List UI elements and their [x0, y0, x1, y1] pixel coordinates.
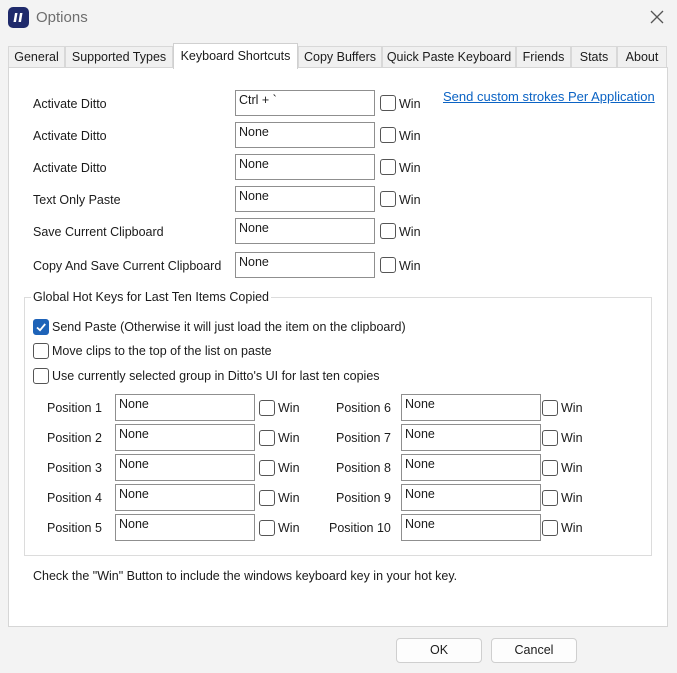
win-label: Win	[278, 431, 300, 445]
tab-about[interactable]: About	[617, 46, 667, 68]
position-hotkey-field[interactable]: None	[115, 514, 255, 541]
position-label: Position 4	[47, 491, 102, 505]
win-checkbox[interactable]	[259, 430, 275, 446]
move-clips-checkbox[interactable]	[33, 343, 49, 359]
position-hotkey-field[interactable]: None	[401, 454, 541, 481]
shortcut-label: Activate Ditto	[33, 129, 107, 143]
position-label: Position 9	[336, 491, 391, 505]
use-selected-group-checkbox[interactable]	[33, 368, 49, 384]
win-checkbox[interactable]	[259, 460, 275, 476]
win-hint-text: Check the "Win" Button to include the wi…	[33, 569, 458, 583]
win-label: Win	[399, 97, 421, 111]
win-label: Win	[399, 129, 421, 143]
tab-copy-buffers[interactable]: Copy Buffers	[298, 46, 382, 68]
win-label: Win	[561, 461, 583, 475]
win-checkbox[interactable]	[259, 490, 275, 506]
position-label: Position 7	[336, 431, 391, 445]
win-label: Win	[278, 461, 300, 475]
win-label: Win	[278, 521, 300, 535]
win-checkbox[interactable]	[542, 490, 558, 506]
position-hotkey-field[interactable]: None	[401, 424, 541, 451]
position-label: Position 5	[47, 521, 102, 535]
shortcut-label: Copy And Save Current Clipboard	[33, 259, 222, 273]
win-checkbox[interactable]	[259, 400, 275, 416]
win-label: Win	[561, 491, 583, 505]
tab-stats[interactable]: Stats	[571, 46, 617, 68]
win-label: Win	[278, 401, 300, 415]
shortcut-hotkey-field[interactable]: None	[235, 122, 375, 148]
position-label: Position 10	[329, 521, 391, 535]
shortcut-hotkey-field[interactable]: None	[235, 218, 375, 244]
win-checkbox[interactable]	[542, 400, 558, 416]
shortcut-hotkey-field[interactable]: Ctrl + `	[235, 90, 375, 116]
win-label: Win	[399, 225, 421, 239]
position-label: Position 1	[47, 401, 102, 415]
position-label: Position 3	[47, 461, 102, 475]
position-label: Position 2	[47, 431, 102, 445]
close-icon[interactable]	[646, 6, 668, 28]
tab-friends[interactable]: Friends	[516, 46, 571, 68]
position-hotkey-field[interactable]: None	[115, 424, 255, 451]
position-hotkey-field[interactable]: None	[115, 454, 255, 481]
position-hotkey-field[interactable]: None	[115, 394, 255, 421]
win-label: Win	[561, 401, 583, 415]
shortcut-label: Activate Ditto	[33, 161, 107, 175]
position-hotkey-field[interactable]: None	[401, 484, 541, 511]
win-label: Win	[399, 193, 421, 207]
shortcut-hotkey-field[interactable]: None	[235, 154, 375, 180]
position-hotkey-field[interactable]: None	[401, 514, 541, 541]
win-label: Win	[278, 491, 300, 505]
win-checkbox[interactable]	[259, 520, 275, 536]
win-checkbox[interactable]	[380, 159, 396, 175]
position-label: Position 8	[336, 461, 391, 475]
win-label: Win	[399, 161, 421, 175]
win-checkbox[interactable]	[542, 430, 558, 446]
win-checkbox[interactable]	[380, 191, 396, 207]
win-checkbox[interactable]	[380, 95, 396, 111]
group-title: Global Hot Keys for Last Ten Items Copie…	[31, 290, 271, 304]
win-checkbox[interactable]	[380, 223, 396, 239]
tab-supported-types[interactable]: Supported Types	[65, 46, 173, 68]
tab-keyboard-shortcuts[interactable]: Keyboard Shortcuts	[173, 43, 298, 69]
shortcut-hotkey-field[interactable]: None	[235, 186, 375, 212]
win-label: Win	[399, 259, 421, 273]
ok-button[interactable]: OK	[396, 638, 482, 663]
shortcut-label: Activate Ditto	[33, 97, 107, 111]
keyboard-shortcuts-panel: Send custom strokes Per Application Acti…	[8, 67, 668, 627]
window-title: Options	[36, 9, 88, 26]
win-checkbox[interactable]	[380, 127, 396, 143]
use-selected-group-label: Use currently selected group in Ditto's …	[52, 369, 380, 383]
tab-quick-paste-keyboard[interactable]: Quick Paste Keyboard	[382, 46, 516, 68]
ditto-app-icon	[8, 7, 29, 28]
shortcut-label: Save Current Clipboard	[33, 225, 164, 239]
position-label: Position 6	[336, 401, 391, 415]
win-label: Win	[561, 521, 583, 535]
win-checkbox[interactable]	[380, 257, 396, 273]
cancel-button[interactable]: Cancel	[491, 638, 577, 663]
tab-strip: General Supported Types Keyboard Shortcu…	[8, 43, 668, 69]
win-checkbox[interactable]	[542, 520, 558, 536]
move-clips-label: Move clips to the top of the list on pas…	[52, 344, 272, 358]
position-hotkey-field[interactable]: None	[401, 394, 541, 421]
shortcut-hotkey-field[interactable]: None	[235, 252, 375, 278]
tab-general[interactable]: General	[8, 46, 65, 68]
position-hotkey-field[interactable]: None	[115, 484, 255, 511]
send-paste-checkbox[interactable]	[33, 319, 49, 335]
win-label: Win	[561, 431, 583, 445]
shortcut-label: Text Only Paste	[33, 193, 121, 207]
title-bar: Options	[0, 0, 677, 36]
win-checkbox[interactable]	[542, 460, 558, 476]
send-paste-label: Send Paste (Otherwise it will just load …	[52, 320, 406, 334]
send-custom-strokes-link[interactable]: Send custom strokes Per Application	[443, 89, 655, 104]
